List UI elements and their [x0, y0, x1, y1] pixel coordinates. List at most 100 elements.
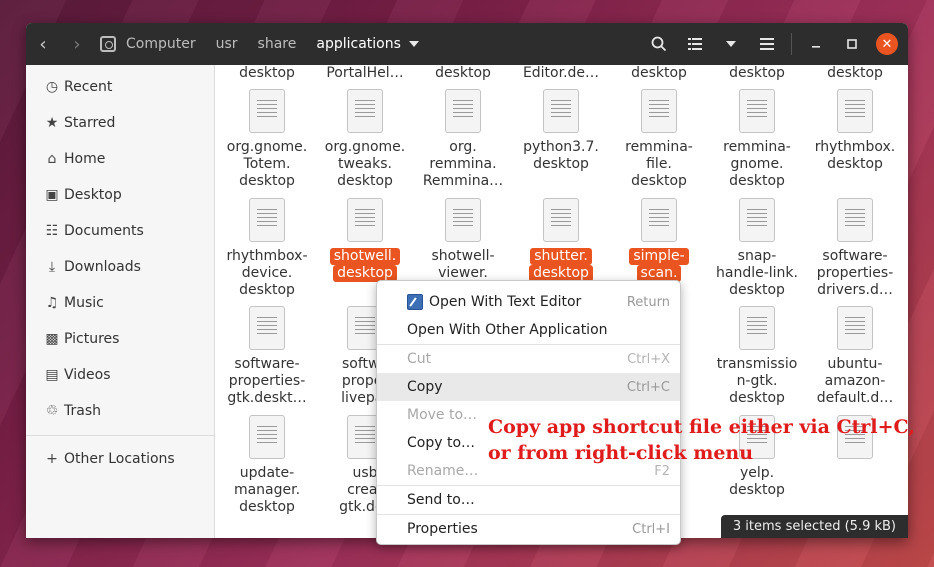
menu-item-accelerator: Ctrl+I — [632, 521, 670, 537]
file-name: rhythmbox. desktop — [814, 139, 896, 172]
file-item[interactable]: software-properties-gtk.deskt… — [221, 306, 313, 407]
file-name-partial[interactable]: desktop — [417, 65, 509, 81]
file-item[interactable]: remmina-file. desktop — [613, 89, 705, 190]
desktop-file-icon — [249, 198, 285, 242]
file-item[interactable]: shotwell. desktop — [319, 198, 411, 282]
sidebar-item-trash[interactable]: ♲ Trash — [26, 393, 214, 429]
menu-item-copy[interactable]: Copy Ctrl+C — [377, 373, 680, 401]
sidebar-item-label: Starred — [64, 115, 116, 131]
chevron-down-icon — [726, 41, 736, 47]
list-view-button[interactable] — [677, 23, 713, 65]
sidebar-item-pictures[interactable]: ▩ Pictures — [26, 321, 214, 357]
file-name: update-manager. desktop — [233, 465, 301, 515]
videos-icon: ▤ — [45, 367, 59, 383]
file-name: ubuntu-amazon-default.d… — [816, 356, 894, 406]
menu-item-label: Open With Other Application — [407, 322, 608, 338]
file-name-partial[interactable]: desktop — [221, 65, 313, 81]
file-name-partial[interactable]: desktop — [613, 65, 705, 81]
file-item[interactable]: python3.7. desktop — [515, 89, 607, 173]
file-item[interactable]: rhythmbox-device. desktop — [221, 198, 313, 299]
list-view-icon — [688, 38, 702, 50]
desktop-file-icon — [543, 198, 579, 242]
maximize-icon — [847, 39, 857, 49]
file-item[interactable]: shutter. desktop — [515, 198, 607, 282]
menu-button[interactable] — [749, 23, 785, 65]
menu-item-label: Rename… — [407, 463, 479, 479]
desktop-file-icon — [249, 89, 285, 133]
sidebar-item-label: Pictures — [64, 331, 120, 347]
sidebar-item-desktop[interactable]: ▣ Desktop — [26, 177, 214, 213]
maximize-button[interactable] — [834, 23, 870, 65]
breadcrumb-share[interactable]: share — [248, 23, 307, 65]
menu-item-properties[interactable]: Properties Ctrl+I — [377, 515, 680, 543]
forward-button[interactable]: › — [60, 23, 94, 65]
menu-item-cut[interactable]: Cut Ctrl+X — [377, 345, 680, 373]
file-name-partial[interactable]: desktop — [711, 65, 803, 81]
sidebar-item-home[interactable]: ⌂ Home — [26, 141, 214, 177]
file-name-partial[interactable]: Editor.de… — [515, 65, 607, 81]
file-item[interactable]: ubuntu-amazon-default.d… — [809, 306, 901, 407]
sidebar-item-label: Downloads — [64, 259, 141, 275]
sidebar-item-recent[interactable]: ◷ Recent — [26, 69, 214, 105]
clock-icon: ◷ — [45, 79, 59, 95]
file-item[interactable]: remmina-gnome. desktop — [711, 89, 803, 190]
file-name: rhythmbox-device. desktop — [226, 248, 308, 298]
menu-item-label: Properties — [407, 521, 478, 537]
file-item[interactable]: org. remmina. Remmina… — [417, 89, 509, 190]
menu-item-label: Send to… — [407, 492, 475, 508]
file-item[interactable]: rhythmbox. desktop — [809, 89, 901, 173]
menu-item-accelerator: Ctrl+C — [626, 379, 670, 395]
hamburger-icon — [760, 38, 774, 50]
sidebar-item-label: Home — [64, 151, 106, 167]
sidebar-item-music[interactable]: ♫ Music — [26, 285, 214, 321]
desktop-file-icon — [837, 89, 873, 133]
desktop-file-icon — [837, 306, 873, 350]
annotation-text: Copy app shortcut file either via Ctrl+C… — [488, 414, 915, 466]
desktop-file-icon — [739, 89, 775, 133]
file-item[interactable]: shotwell-viewer. — [417, 198, 509, 282]
file-item[interactable]: transmissio n-gtk. desktop — [711, 306, 803, 407]
file-name: python3.7. desktop — [523, 139, 599, 172]
desktop-file-icon — [347, 89, 383, 133]
close-button[interactable]: ✕ — [876, 33, 898, 55]
file-name: software-properties-gtk.deskt… — [227, 356, 307, 406]
menu-item-label: Cut — [407, 351, 432, 367]
view-options-button[interactable] — [713, 23, 749, 65]
menu-item-open-with-other-application[interactable]: Open With Other Application — [377, 316, 680, 344]
desktop-file-icon — [739, 306, 775, 350]
desktop-file-icon — [249, 415, 285, 459]
annotation-line-1: Copy app shortcut file either via Ctrl+C… — [488, 416, 915, 438]
file-name-partial[interactable]: PortalHel… — [319, 65, 411, 81]
file-name: org.gnome. tweaks. desktop — [324, 139, 406, 189]
sidebar-item-label: Recent — [64, 79, 113, 95]
file-name: yelp. desktop — [729, 465, 785, 498]
menu-item-send-to[interactable]: Send to… — [377, 486, 680, 514]
file-name-partial[interactable]: desktop — [809, 65, 901, 81]
minimize-icon — [812, 46, 820, 48]
breadcrumb-applications[interactable]: applications — [306, 23, 429, 65]
file-item[interactable]: software-properties-drivers.d… — [809, 198, 901, 299]
search-button[interactable] — [641, 23, 677, 65]
menu-item-open-with-text-editor[interactable]: Open With Text Editor Return — [377, 288, 680, 316]
file-name: transmissio n-gtk. desktop — [716, 356, 798, 406]
sidebar-item-downloads[interactable]: ⤓ Downloads — [26, 249, 214, 285]
breadcrumb-usr[interactable]: usr — [206, 23, 248, 65]
sidebar-item-documents[interactable]: ☷ Documents — [26, 213, 214, 249]
file-name: org. remmina. Remmina… — [422, 139, 504, 189]
file-item[interactable]: org.gnome. Totem. desktop — [221, 89, 313, 190]
sidebar-item-starred[interactable]: ★ Starred — [26, 105, 214, 141]
file-item[interactable]: snap-handle-link. desktop — [711, 198, 803, 299]
menu-item-accelerator: Return — [626, 294, 670, 310]
file-name: shutter. desktop — [515, 248, 607, 282]
breadcrumb-computer[interactable]: Computer — [116, 23, 206, 65]
desktop-file-icon — [739, 198, 775, 242]
file-item[interactable]: org.gnome. tweaks. desktop — [319, 89, 411, 190]
home-icon: ⌂ — [47, 151, 57, 167]
file-item[interactable]: update-manager. desktop — [221, 415, 313, 516]
back-button[interactable]: ‹ — [26, 23, 60, 65]
sidebar-item-label: Videos — [64, 367, 111, 383]
sidebar-item-videos[interactable]: ▤ Videos — [26, 357, 214, 393]
headerbar: ‹ › Computer usr share applications ✕ — [26, 23, 908, 65]
sidebar-item-other-locations[interactable]: + Other Locations — [26, 441, 214, 477]
minimize-button[interactable] — [798, 23, 834, 65]
